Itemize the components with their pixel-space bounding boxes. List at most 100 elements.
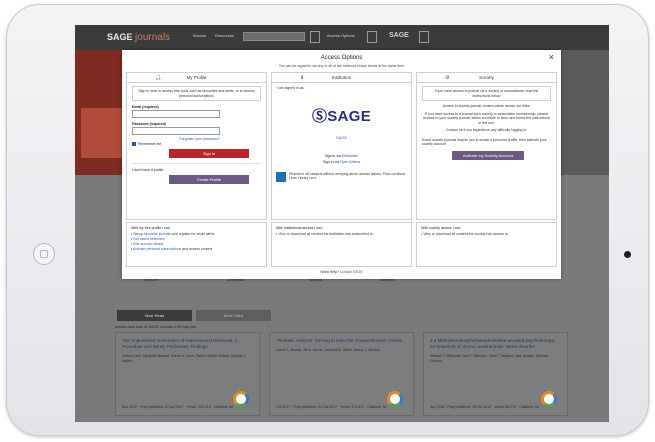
nav-browse[interactable]: Browse	[193, 33, 206, 38]
research-text: Research off-campus without worrying abo…	[289, 171, 406, 181]
society-p3: Contact us if you experience any difficu…	[445, 128, 528, 132]
society-p4: Some society journals require you to cre…	[422, 137, 547, 147]
favourite-journals-link[interactable]: favourite journals	[144, 232, 171, 236]
password-label: Password (required)	[132, 122, 166, 126]
article-authors: Jeffrey Kirst, Elizabeth Barnett, Robert…	[122, 354, 247, 363]
benefit-suffix: and access content	[181, 247, 213, 251]
article-card[interactable]: 3,4-Methylenedioxymethamphetamine-assist…	[423, 332, 568, 416]
hero-cover	[81, 108, 123, 158]
profile-heading: 👤︎ My Profile	[127, 73, 266, 83]
search-icon[interactable]	[310, 31, 320, 43]
article-stats: Nov 2017 · First published: 27 Apr 2017 …	[122, 404, 234, 409]
article-card[interactable]: Thematic Analysis: Striving to Meet the …	[269, 332, 414, 416]
sage-top-logo[interactable]: SAGE	[389, 32, 409, 39]
society-heading: ⚙︎ Society	[417, 73, 556, 83]
nav-access-options[interactable]: Access Options	[327, 33, 355, 38]
activate-society-button[interactable]: Activate my Society Account	[452, 150, 524, 160]
article-card[interactable]: The Unprotected Generation of Heterosexu…	[115, 332, 260, 416]
article-authors: Lorelli S. Nowell, Jill M. Norris, Debor…	[276, 348, 380, 352]
contact-sage-link[interactable]: Contact SAGE	[340, 270, 363, 274]
article-title[interactable]: The Unprotected Generation of Heterosexu…	[122, 338, 253, 350]
forgot-password-link[interactable]: Forgotten your password?	[132, 137, 220, 141]
tab-most-read[interactable]: Most Read	[117, 310, 192, 321]
remember-me[interactable]: Remember me	[132, 142, 261, 146]
institution-benefits-heading: With institutional access I can:	[276, 226, 323, 230]
society-p1: Access to society journal content varies…	[442, 104, 531, 108]
site-search-input[interactable]	[243, 32, 305, 41]
person-icon: 👤︎	[155, 75, 162, 81]
benefit-suffix: and register for email alerts	[170, 232, 215, 236]
list-item: • View or download all content the insti…	[276, 232, 374, 236]
modal-title: Access Options	[320, 55, 363, 61]
remember-label: Remember me	[138, 142, 162, 146]
need-help-text: Need Help?	[320, 270, 340, 274]
article-cards: The Unprotected Generation of Heterosexu…	[115, 332, 569, 416]
password-field[interactable]	[132, 127, 220, 135]
list-item: • View or download all content the socie…	[421, 232, 509, 236]
remember-checkbox[interactable]	[132, 142, 136, 146]
society-benefits: With society access I can: • View or dow…	[416, 222, 557, 267]
list-item: • Activate personal subscriptions and ac…	[131, 247, 213, 251]
activate-subscriptions-link[interactable]: Activate personal subscriptions	[133, 247, 181, 251]
hero-image	[75, 50, 123, 175]
edit-account-link[interactable]: Edit account details	[133, 242, 163, 246]
athens-line: Sign in via Open Athens	[272, 160, 411, 164]
society-benefit-text: View or download all content the society…	[423, 232, 509, 236]
saved-searches-link[interactable]: Get saved searches	[133, 237, 164, 241]
camera-icon	[624, 251, 631, 258]
altmetric-donut-icon[interactable]	[541, 391, 557, 407]
modal-subtitle: You can be signed in via any or all of t…	[278, 64, 405, 68]
home-square-icon	[40, 250, 48, 258]
create-profile-button[interactable]: Create Profile	[169, 175, 249, 184]
institution-column: ⬇︎ Institution I am signed in as: ⓈSAGE S…	[271, 72, 412, 220]
site-header: SAGE journals Browse Resources Access Op…	[75, 25, 609, 50]
lean-library-note: Research off-campus without worrying abo…	[276, 171, 407, 182]
nav-resources[interactable]: Resources	[215, 33, 234, 38]
institution-heading-text: Institution	[331, 75, 352, 80]
society-note: If you have access to journal via a soci…	[422, 86, 551, 101]
no-profile-text: I don't have a profile	[132, 168, 164, 172]
shibboleth-line: Sign in via Shibboleth	[272, 154, 411, 158]
tab-note: Articles most read on SAGE Journals in t…	[115, 325, 197, 329]
email-label: Email (required)	[132, 105, 159, 109]
institution-heading: ⬇︎ Institution	[272, 73, 411, 83]
email-field[interactable]	[132, 110, 220, 118]
tablet-frame: SAGE journals Browse Resources Access Op…	[6, 4, 649, 436]
tab-most-cited[interactable]: Most Cited	[196, 310, 271, 321]
logo-sage-text: SAGE	[107, 32, 133, 42]
home-button[interactable]	[33, 243, 55, 265]
profile-benefits-heading: With my free profile I can:	[131, 226, 171, 230]
user-icon[interactable]	[367, 31, 377, 43]
lean-library-link[interactable]: here	[309, 176, 316, 180]
altmetric-donut-icon[interactable]	[233, 391, 249, 407]
institution-benefit-text: View or download all content the institu…	[278, 232, 374, 236]
article-stats: Apr 2018 · First published: 25 Oct 2016 …	[430, 404, 539, 409]
close-icon[interactable]: ×	[549, 53, 554, 62]
sign-in-button[interactable]: Sign in	[169, 149, 249, 158]
divider	[132, 163, 261, 164]
article-authors: Michael C Mithoefer, Ann T Mithoefer, Ma…	[430, 354, 549, 363]
shibboleth-link[interactable]: Shibboleth	[342, 154, 359, 158]
lean-library-icon	[276, 171, 286, 182]
lean-library-text: Research off-campus without worrying abo…	[289, 172, 407, 181]
site-logo[interactable]: SAGE journals	[107, 32, 170, 43]
institution-link[interactable]: SAGE	[272, 135, 411, 140]
article-stats: Oct 2017 · First published: 02 Oct 2017 …	[276, 404, 387, 409]
need-help: Need Help? Contact SAGE	[122, 270, 561, 274]
profile-heading-text: My Profile	[186, 75, 207, 80]
profile-note: Sign in here to access free tools such a…	[132, 86, 261, 101]
article-title[interactable]: 3,4-Methylenedioxymethamphetamine-assist…	[430, 338, 561, 350]
article-title[interactable]: Thematic Analysis: Striving to Meet the …	[276, 338, 407, 344]
sage-institution-logo: ⓈSAGE	[272, 105, 411, 126]
open-athens-link[interactable]: Open Athens	[340, 160, 360, 164]
article-tabs: Most Read Most Cited	[117, 310, 277, 321]
altmetric-donut-icon[interactable]	[387, 391, 403, 407]
signed-in-as: I am signed in as:	[277, 86, 305, 90]
sage-logo-text: SAGE	[327, 107, 372, 125]
institution-benefits: With institutional access I can: • View …	[271, 222, 412, 267]
logo-journals-text: journals	[135, 32, 171, 43]
access-options-modal: Access Options You can be signed in via …	[122, 50, 561, 279]
athens-prefix: Sign in via	[322, 159, 340, 164]
menu-icon[interactable]	[419, 31, 429, 43]
profile-column: 👤︎ My Profile Sign in here to access free…	[126, 72, 267, 220]
